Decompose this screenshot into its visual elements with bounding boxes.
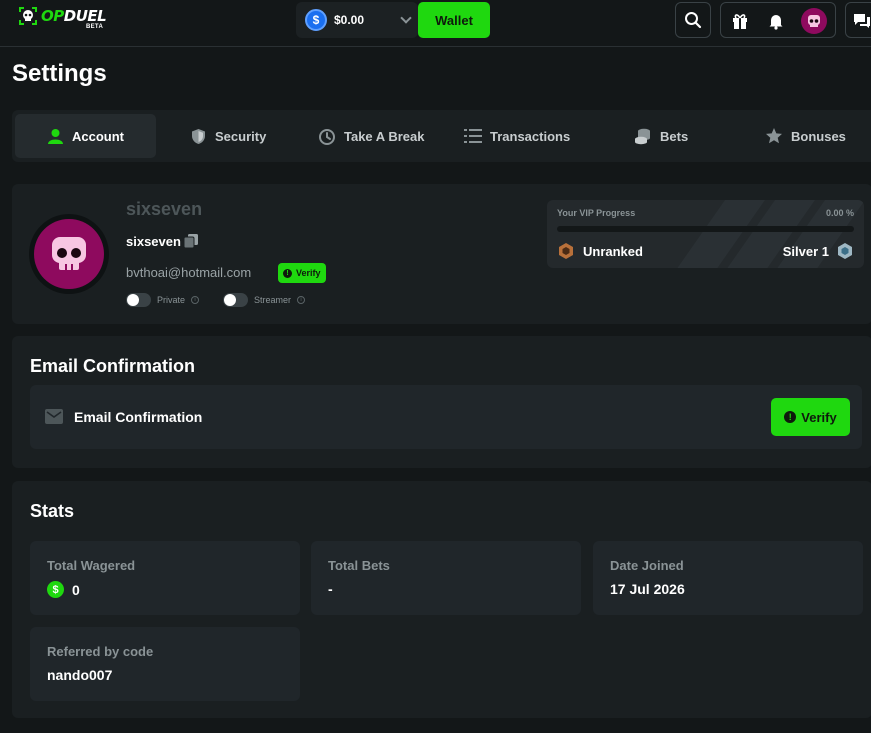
username: sixseven [126,233,199,249]
tab-label: Bonuses [791,128,846,144]
coins-icon [635,128,650,145]
profile-panel: sixseven sixseven bvthoai@hotmail.com ! … [12,184,871,324]
alert-icon: ! [784,411,797,423]
alert-icon: ! [283,268,292,278]
mail-icon [45,409,63,424]
gift-icon[interactable] [731,12,749,30]
silver-hexagon-icon [838,243,852,259]
private-toggle-row: Private i [126,293,200,307]
balance-value: $0.00 [334,13,365,27]
tab-label: Take A Break [344,128,425,144]
beta-badge: BETA [86,24,104,30]
email-confirmation-label: Email Confirmation [74,409,203,425]
tab-account[interactable]: Account [15,114,156,158]
page-title: Settings [12,60,107,87]
verify-label: Verify [296,268,321,278]
username-text: sixseven [126,233,181,249]
user-icon [48,128,63,144]
tab-label: Bets [660,128,689,144]
vip-progress-bar [557,226,854,232]
current-rank-label: Unranked [583,243,643,259]
user-actions-group [720,2,836,38]
tab-label: Transactions [490,128,571,144]
streamer-toggle-row: Streamer i [223,293,306,307]
info-icon[interactable]: i [191,296,200,304]
private-toggle[interactable] [126,293,151,307]
dollar-icon: $ [47,581,64,598]
vip-progress-label: Your VIP Progress [557,208,636,218]
stat-total-bets: Total Bets - [311,541,581,615]
top-bar: OPDUEL BETA $ $0.00 Wallet [0,0,871,47]
chevron-down-icon [400,12,412,24]
skull-icon [52,237,86,270]
stat-value: $ 0 [47,581,80,598]
display-name: sixseven [126,199,203,219]
tab-take-a-break[interactable]: Take A Break [318,114,424,158]
stats-title: Stats [30,501,75,521]
streamer-toggle[interactable] [223,293,248,307]
email-confirmation-panel: Email Confirmation Email Confirmation ! … [12,336,871,468]
next-rank: Silver 1 [783,242,854,260]
private-label: Private [157,295,186,305]
current-rank: Unranked [557,242,643,260]
stat-total-wagered: Total Wagered $ 0 [30,541,300,615]
shield-icon [192,128,205,144]
stat-value: 17 Jul 2026 [610,581,685,597]
email-confirmation-title: Email Confirmation [30,356,196,376]
settings-tabs: Account Security Take A Break Transactio… [12,110,871,162]
stat-value-text: 0 [72,581,80,598]
balance-selector[interactable]: $ $0.00 [296,2,418,38]
logo-prefix: OP [41,6,64,25]
verify-button[interactable]: ! Verify [771,398,850,436]
list-icon [464,129,482,143]
copy-icon[interactable] [183,233,199,249]
email-confirmation-row: Email Confirmation ! Verify [30,385,862,449]
stat-label: Referred by code [47,644,154,659]
tab-security[interactable]: Security [190,114,266,158]
logo[interactable]: OPDUEL BETA [18,6,107,30]
bell-icon[interactable] [767,12,785,30]
search-icon [685,12,702,29]
verify-button-label: Verify [801,409,837,425]
stat-date-joined: Date Joined 17 Jul 2026 [593,541,863,615]
search-button[interactable] [675,2,711,38]
stats-panel: Stats Total Wagered $ 0 Total Bets - Dat… [12,481,871,718]
email-verify-button[interactable]: ! Verify [278,263,326,283]
chat-button[interactable] [845,2,871,38]
skull-icon [808,15,820,27]
bronze-hexagon-icon [559,243,573,259]
star-icon [766,128,782,144]
dollar-coin-icon: $ [305,9,327,31]
stat-referred-by: Referred by code nando007 [30,627,300,701]
info-icon[interactable]: i [297,296,306,304]
logo-skull-icon [19,7,37,25]
streamer-label: Streamer [254,295,292,305]
next-rank-label: Silver 1 [782,243,829,259]
stat-value: nando007 [47,667,113,683]
stat-label: Total Bets [328,558,390,573]
tab-transactions[interactable]: Transactions [464,114,570,158]
tab-bets[interactable]: Bets [634,114,688,158]
tab-label: Security [215,128,267,144]
tab-bonuses[interactable]: Bonuses [765,114,846,158]
profile-avatar[interactable] [29,214,109,294]
tab-label: Account [72,128,124,144]
vip-progress-percent: 0.00 % [825,208,854,218]
stat-value: - [328,581,333,597]
chat-icon [854,14,870,28]
stat-label: Total Wagered [47,558,136,573]
stat-label: Date Joined [610,558,684,573]
email-address: bvthoai@hotmail.com [126,265,252,280]
logo-suffix: DUEL [63,6,107,25]
wallet-button[interactable]: Wallet [418,2,490,38]
vip-progress-card: Your VIP Progress 0.00 % Unranked Silver… [547,200,864,268]
avatar[interactable] [801,8,827,34]
timer-icon [319,129,335,145]
